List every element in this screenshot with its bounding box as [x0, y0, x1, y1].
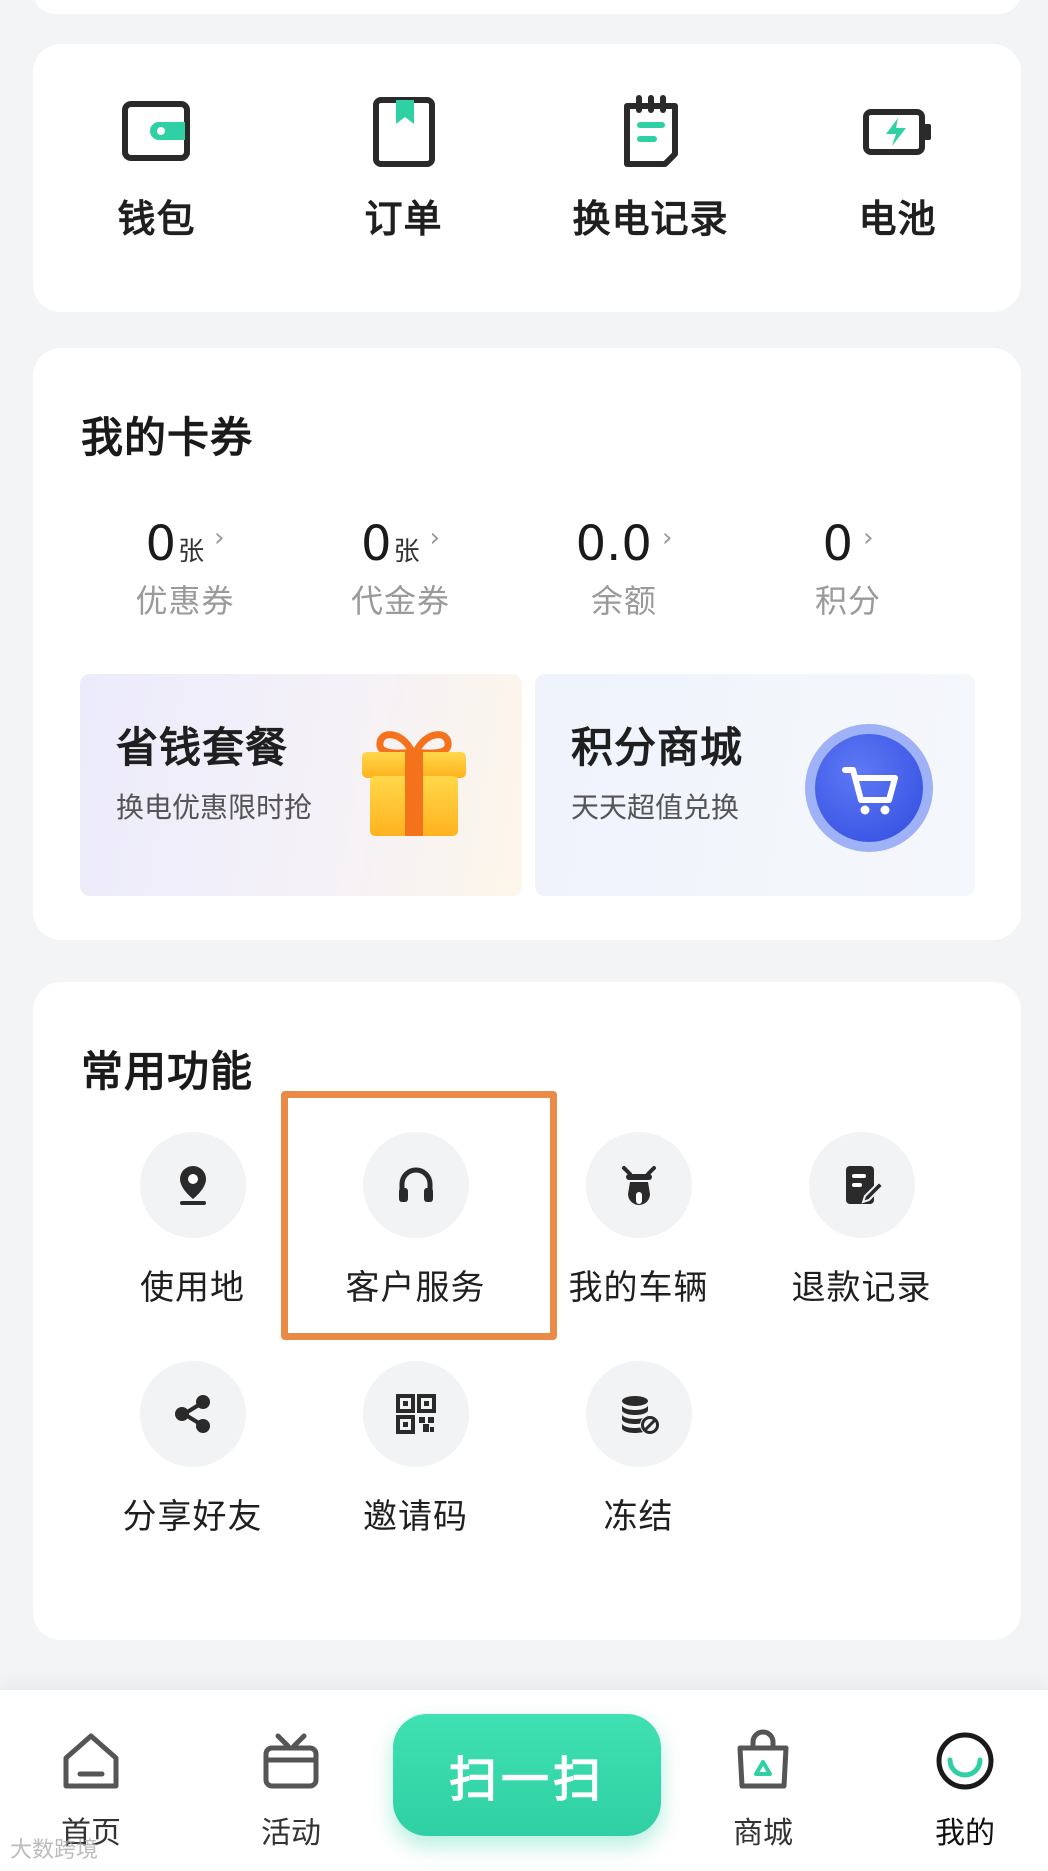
- stat-points[interactable]: 0 › 积分: [736, 516, 960, 622]
- stat-unit: 张: [393, 537, 420, 567]
- func-share-friends[interactable]: 分享好友: [81, 1361, 304, 1538]
- activity-box-icon: [263, 1733, 319, 1789]
- chevron-right-icon: ›: [429, 523, 440, 553]
- quick-item-wallet[interactable]: 钱包: [33, 94, 280, 243]
- func-label: 邀请码: [363, 1497, 468, 1537]
- chevron-right-icon: ›: [863, 523, 874, 553]
- func-label: 分享好友: [122, 1497, 263, 1537]
- promo-subtitle: 天天超值兑换: [571, 791, 740, 824]
- stat-value: 0.0: [575, 516, 652, 572]
- headset-icon: [398, 1167, 433, 1202]
- quick-label-battery: 电池: [858, 197, 937, 241]
- battery-icon: [862, 109, 931, 155]
- stat-value: 0: [145, 516, 177, 572]
- nav-item-activity[interactable]: 活动: [226, 1728, 356, 1852]
- home-icon: [63, 1733, 119, 1789]
- func-invite-code[interactable]: 邀请码: [304, 1361, 527, 1538]
- quick-label-wallet: 钱包: [117, 197, 196, 241]
- func-service-location[interactable]: 使用地: [81, 1132, 304, 1309]
- gift-icon: [362, 731, 466, 836]
- previous-card-edge: [33, 0, 1021, 14]
- qr-code-icon: [395, 1394, 436, 1434]
- coupon-stats: 0 张 › 优惠券 0 张 › 代金券 0.0 › 余额 0 › 积分: [33, 516, 1021, 622]
- func-label: 使用地: [140, 1268, 245, 1308]
- clipboard-record-icon: [623, 95, 678, 167]
- stat-label: 优惠券: [135, 582, 235, 620]
- scan-button-label: 扫一扫: [448, 1752, 605, 1808]
- promo-subtitle: 换电优惠限时抢: [116, 791, 313, 824]
- coupons-section-title: 我的卡券: [81, 413, 254, 462]
- nav-label: 商城: [733, 1816, 793, 1851]
- nav-label: 活动: [261, 1816, 321, 1851]
- func-refund-records[interactable]: 退款记录: [750, 1132, 973, 1309]
- stat-cash-vouchers[interactable]: 0 张 › 代金券: [289, 516, 512, 622]
- stat-unit: 张: [178, 537, 205, 567]
- quick-item-battery[interactable]: 电池: [774, 94, 1021, 243]
- order-book-icon: [372, 97, 435, 167]
- promo-title: 积分商城: [571, 723, 744, 772]
- func-freeze[interactable]: 冻结: [527, 1361, 750, 1538]
- quick-item-swap-records[interactable]: 换电记录: [527, 94, 774, 243]
- scan-button[interactable]: 扫一扫: [393, 1714, 661, 1836]
- bottom-nav-bar: 首页 活动 扫一扫 商城 我的: [0, 1690, 1048, 1871]
- quick-item-orders[interactable]: 订单: [280, 94, 527, 243]
- scooter-icon: [621, 1166, 656, 1205]
- stat-discount-coupons[interactable]: 0 张 › 优惠券: [81, 516, 289, 622]
- wallet-icon: [121, 101, 190, 161]
- chevron-right-icon: ›: [661, 523, 673, 553]
- common-functions-card: 常用功能 使用地 客户服务 我的车辆 退款记录 分享好友 邀请码 冻结: [33, 982, 1021, 1640]
- quick-label-orders: 订单: [364, 197, 443, 241]
- watermark: 大数跨境: [10, 1838, 99, 1863]
- stat-label: 余额: [590, 582, 657, 620]
- promo-points-mall[interactable]: 积分商城 天天超值兑换: [535, 674, 975, 896]
- shopping-bag-icon: [737, 1729, 789, 1789]
- nav-label: 我的: [935, 1816, 995, 1851]
- func-label: 冻结: [603, 1497, 674, 1537]
- stat-value: 0: [822, 516, 854, 572]
- profile-smile-icon: [936, 1732, 994, 1790]
- quick-entries-card: 钱包 订单 换电记录 电池: [33, 44, 1021, 312]
- nav-item-mall[interactable]: 商城: [698, 1728, 828, 1852]
- promo-savings-package[interactable]: 省钱套餐 换电优惠限时抢: [80, 674, 522, 896]
- func-my-vehicle[interactable]: 我的车辆: [527, 1132, 750, 1309]
- shopping-cart-icon: [805, 724, 933, 852]
- stat-label: 代金券: [350, 582, 450, 620]
- nav-item-mine[interactable]: 我的: [900, 1728, 1030, 1852]
- my-coupons-card: 我的卡券 0 张 › 优惠券 0 张 › 代金券 0.0 › 余额 0 › 积分…: [33, 348, 1021, 940]
- stat-value: 0: [361, 516, 392, 572]
- chevron-right-icon: ›: [214, 523, 225, 553]
- location-pin-icon: [179, 1166, 206, 1205]
- stat-label: 积分: [814, 582, 881, 620]
- func-label: 退款记录: [791, 1268, 932, 1308]
- func-label: 我的车辆: [568, 1268, 709, 1308]
- quick-label-swap-records: 换电记录: [572, 197, 729, 241]
- frozen-coins-icon: [621, 1396, 660, 1435]
- edit-document-icon: [845, 1166, 884, 1204]
- promo-title: 省钱套餐: [116, 723, 289, 772]
- func-customer-service[interactable]: 客户服务: [304, 1132, 527, 1309]
- functions-section-title: 常用功能: [81, 1047, 254, 1096]
- stat-balance[interactable]: 0.0 › 余额: [512, 516, 736, 622]
- share-icon: [174, 1395, 210, 1433]
- func-label: 客户服务: [345, 1268, 486, 1308]
